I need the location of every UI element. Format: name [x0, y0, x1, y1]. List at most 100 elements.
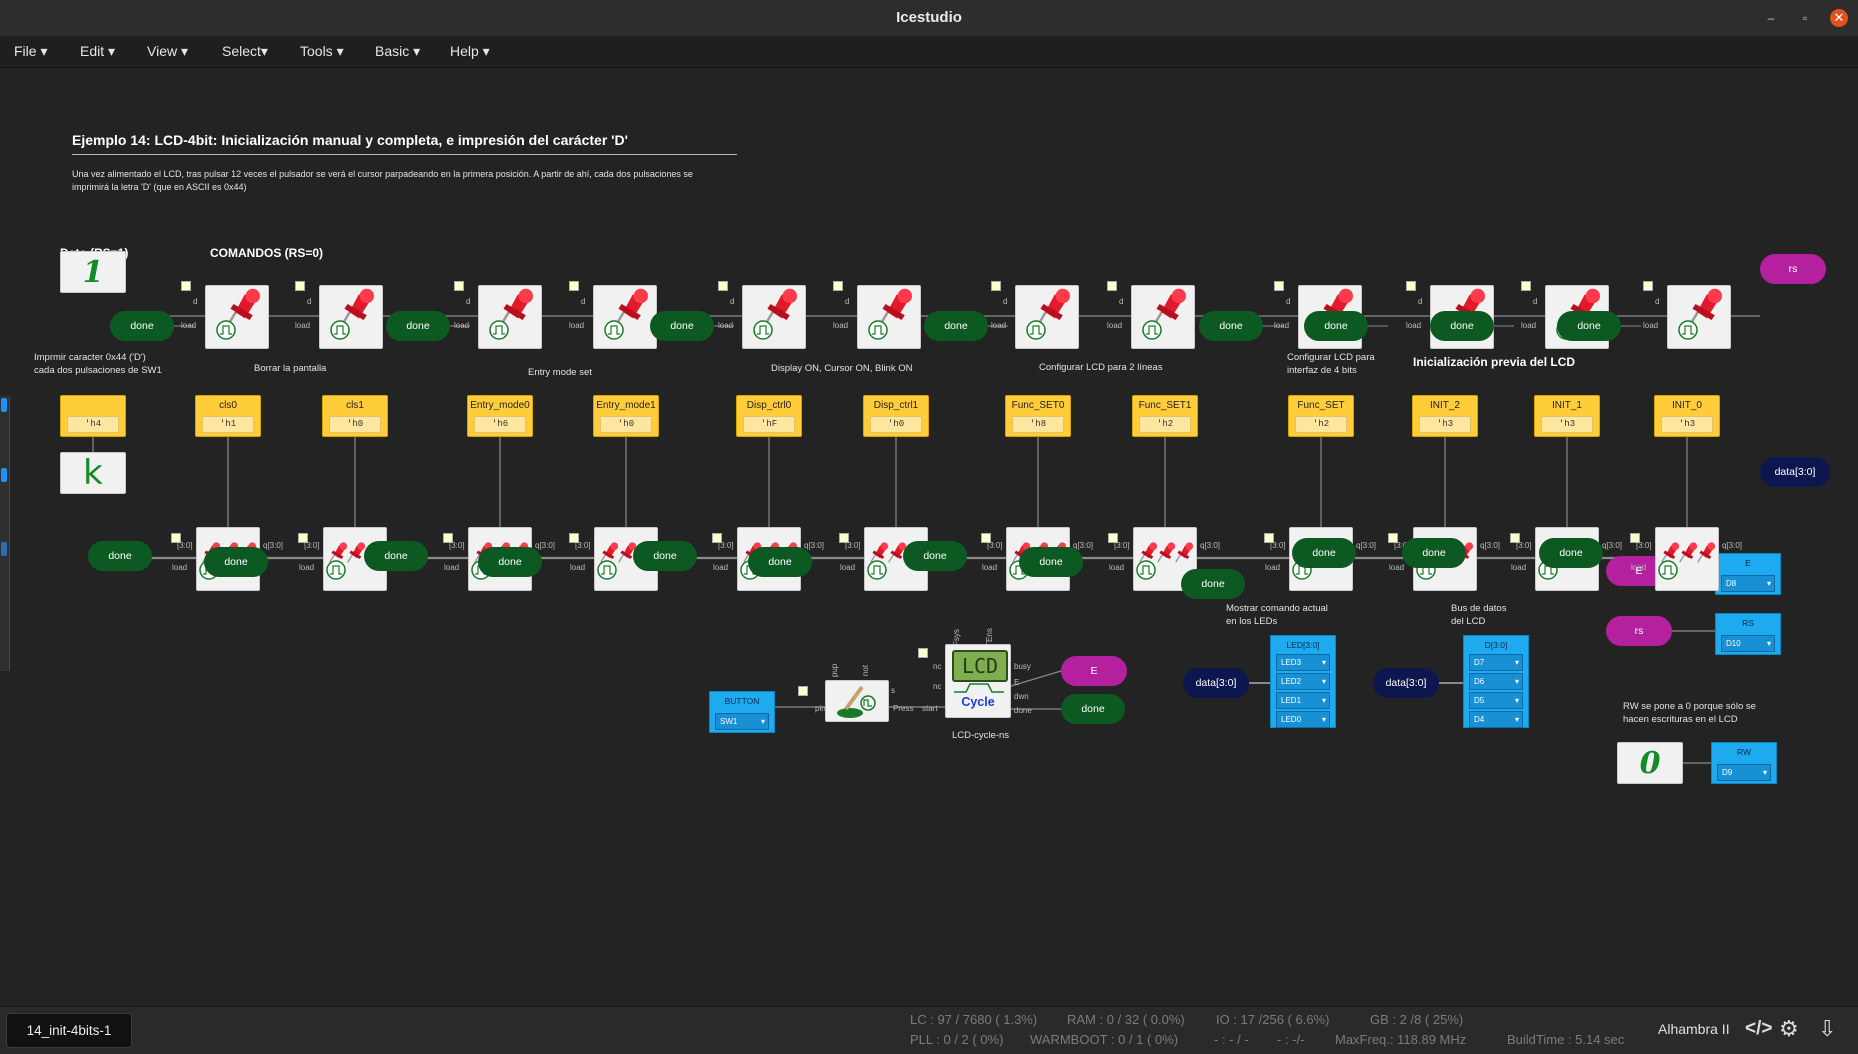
- done-data-6[interactable]: done: [903, 541, 967, 571]
- menu-view[interactable]: View ▾: [147, 43, 188, 60]
- led-data-label[interactable]: data[3:0]: [1183, 668, 1249, 698]
- menu-edit[interactable]: Edit ▾: [80, 43, 115, 60]
- reg-rs-param-square[interactable]: [181, 281, 191, 291]
- constant-h4-block[interactable]: 'h4: [60, 395, 126, 437]
- settings-gear-icon[interactable]: ⚙: [1779, 1016, 1799, 1042]
- constant-cls1[interactable]: cls1 'h0: [322, 395, 388, 437]
- rs-output-label[interactable]: rs: [1760, 254, 1826, 284]
- rs-pin-box[interactable]: RS D10: [1715, 613, 1781, 655]
- d4-select[interactable]: D4: [1469, 711, 1523, 728]
- rs-pin-select[interactable]: D10: [1721, 635, 1775, 652]
- debouncer-block[interactable]: [825, 680, 889, 722]
- constant-Disp_ctrl0[interactable]: Disp_ctrl0 'hF: [736, 395, 802, 437]
- button-pin-box[interactable]: BUTTON SW1: [709, 691, 775, 733]
- done-data-2[interactable]: done: [364, 541, 428, 571]
- constant-Disp_ctrl1[interactable]: Disp_ctrl1 'h0: [863, 395, 929, 437]
- rs-input-label[interactable]: rs: [1606, 616, 1672, 646]
- menu-basic[interactable]: Basic ▾: [375, 43, 420, 60]
- board-name[interactable]: Alhambra II: [1658, 1021, 1730, 1037]
- file-tab[interactable]: 14_init-4bits-1: [6, 1013, 132, 1048]
- button-pin-select[interactable]: SW1: [715, 713, 769, 730]
- design-canvas[interactable]: Ejemplo 14: LCD-4bit: Inicialización man…: [0, 68, 1858, 1005]
- led2-select[interactable]: LED2: [1276, 673, 1330, 690]
- done-data-10[interactable]: done: [1402, 538, 1466, 568]
- done-rs-0[interactable]: done: [110, 311, 174, 341]
- d6-select[interactable]: D6: [1469, 673, 1523, 690]
- reg-rs-param-square[interactable]: [1274, 281, 1284, 291]
- constant-cls0[interactable]: cls0 'h1: [195, 395, 261, 437]
- done-data-4[interactable]: done: [633, 541, 697, 571]
- reg-rs-param-square[interactable]: [295, 281, 305, 291]
- constant-zero-block[interactable]: 0: [1617, 742, 1683, 784]
- lcd-param-square[interactable]: [918, 648, 928, 658]
- reg-rs-3[interactable]: [593, 285, 657, 349]
- reg-rs-param-square[interactable]: [718, 281, 728, 291]
- reg-rs-5[interactable]: [857, 285, 921, 349]
- done-data-1[interactable]: done: [204, 547, 268, 577]
- reg-rs-7[interactable]: [1131, 285, 1195, 349]
- menu-select[interactable]: Select▾: [222, 43, 268, 60]
- download-icon[interactable]: ⇩: [1818, 1016, 1836, 1042]
- e-pin-select[interactable]: D8: [1721, 575, 1775, 592]
- menu-help[interactable]: Help ▾: [450, 43, 490, 60]
- reg-rs-1[interactable]: [319, 285, 383, 349]
- reg-rs-param-square[interactable]: [1521, 281, 1531, 291]
- constant-INIT_1[interactable]: INIT_1 'h3: [1534, 395, 1600, 437]
- reg-rs-11[interactable]: [1667, 285, 1731, 349]
- constant-Func_SET0[interactable]: Func_SET0 'h8: [1005, 395, 1071, 437]
- d7-select[interactable]: D7: [1469, 654, 1523, 671]
- done-rs-1[interactable]: done: [386, 311, 450, 341]
- lcd-done-output[interactable]: done: [1061, 694, 1125, 724]
- reg-rs-param-square[interactable]: [833, 281, 843, 291]
- constant-INIT_0[interactable]: INIT_0 'h3: [1654, 395, 1720, 437]
- done-data-7[interactable]: done: [1019, 547, 1083, 577]
- done-data-9[interactable]: done: [1292, 538, 1356, 568]
- reg-rs-param-square[interactable]: [454, 281, 464, 291]
- rw-pin-box[interactable]: RW D9: [1711, 742, 1777, 784]
- e-pin-box[interactable]: E D8: [1715, 553, 1781, 595]
- done-rs-5[interactable]: done: [1304, 311, 1368, 341]
- menu-tools[interactable]: Tools ▾: [300, 43, 344, 60]
- data-output-label[interactable]: data[3:0]: [1760, 457, 1830, 487]
- led-pin-box[interactable]: LED[3:0] LED3 LED2 LED1 LED0: [1270, 635, 1336, 728]
- reg-rs-0[interactable]: [205, 285, 269, 349]
- led1-select[interactable]: LED1: [1276, 692, 1330, 709]
- done-data-5[interactable]: done: [748, 547, 812, 577]
- code-view-icon[interactable]: </>: [1745, 1018, 1772, 1040]
- done-rs-4[interactable]: done: [1199, 311, 1263, 341]
- reg-rs-6[interactable]: [1015, 285, 1079, 349]
- lcd-cycle-block[interactable]: LCD Cycle: [945, 644, 1011, 718]
- done-rs-7[interactable]: done: [1557, 311, 1621, 341]
- minimize-button[interactable]: –: [1762, 9, 1780, 27]
- e-output-label[interactable]: E: [1061, 656, 1127, 686]
- done-data-8[interactable]: done: [1181, 569, 1245, 599]
- reg-data-11[interactable]: [1655, 527, 1719, 591]
- done-rs-2[interactable]: done: [650, 311, 714, 341]
- done-data-0[interactable]: done: [88, 541, 152, 571]
- d-pin-box[interactable]: D[3:0] D7 D6 D5 D4: [1463, 635, 1529, 728]
- done-data-11[interactable]: done: [1539, 538, 1603, 568]
- constant-Func_SET[interactable]: Func_SET 'h2: [1288, 395, 1354, 437]
- constant-Entry_mode0[interactable]: Entry_mode0 'h6: [467, 395, 533, 437]
- menu-file[interactable]: File ▾: [14, 43, 47, 60]
- constant-INIT_2[interactable]: INIT_2 'h3: [1412, 395, 1478, 437]
- constant-k-block[interactable]: k: [60, 452, 126, 494]
- done-data-3[interactable]: done: [478, 547, 542, 577]
- constant-one-block[interactable]: 1: [60, 251, 126, 293]
- bus-data-label[interactable]: data[3:0]: [1373, 668, 1439, 698]
- reg-rs-param-square[interactable]: [1107, 281, 1117, 291]
- done-rs-6[interactable]: done: [1430, 311, 1494, 341]
- led0-select[interactable]: LED0: [1276, 711, 1330, 728]
- reg-rs-4[interactable]: [742, 285, 806, 349]
- done-rs-3[interactable]: done: [924, 311, 988, 341]
- d5-select[interactable]: D5: [1469, 692, 1523, 709]
- constant-Entry_mode1[interactable]: Entry_mode1 'h0: [593, 395, 659, 437]
- reg-rs-param-square[interactable]: [569, 281, 579, 291]
- reg-rs-param-square[interactable]: [1406, 281, 1416, 291]
- constant-Func_SET1[interactable]: Func_SET1 'h2: [1132, 395, 1198, 437]
- button-param-square[interactable]: [798, 686, 808, 696]
- reg-rs-param-square[interactable]: [1643, 281, 1653, 291]
- led3-select[interactable]: LED3: [1276, 654, 1330, 671]
- reg-rs-2[interactable]: [478, 285, 542, 349]
- reg-rs-param-square[interactable]: [991, 281, 1001, 291]
